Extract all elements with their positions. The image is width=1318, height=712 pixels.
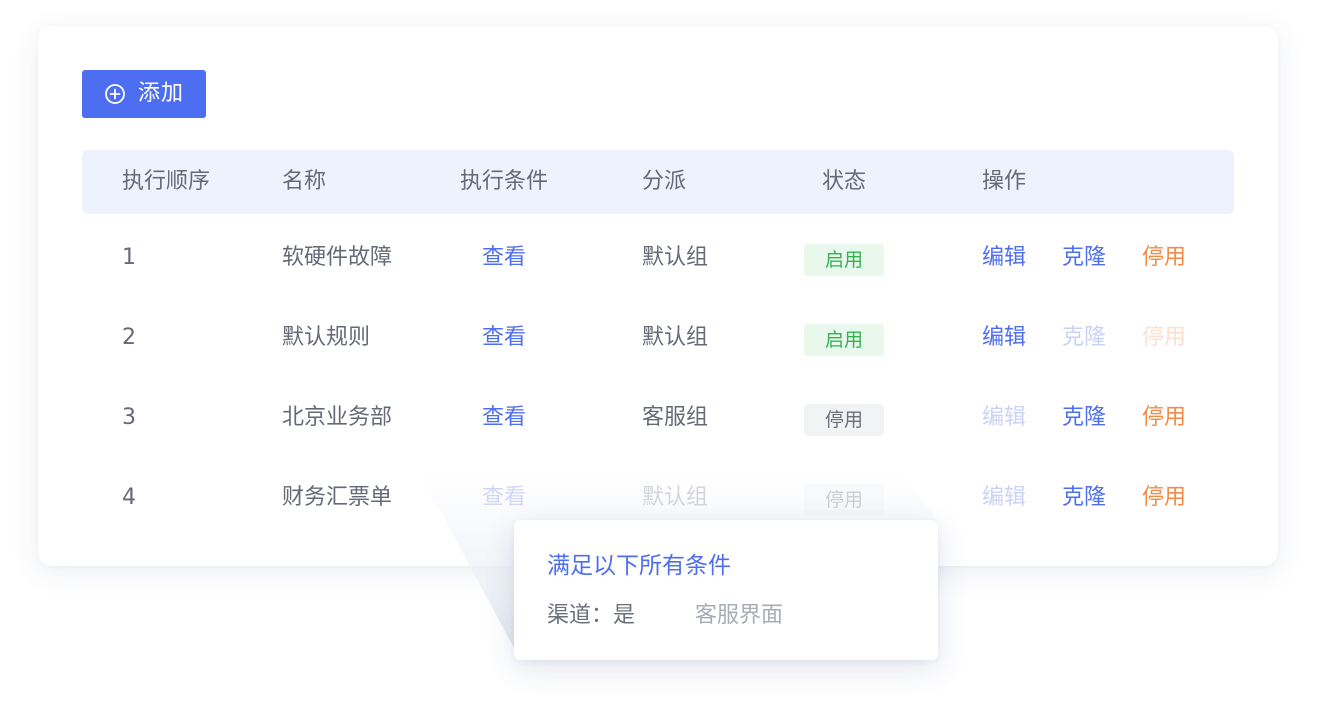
edit-link: 编辑 xyxy=(982,405,1027,430)
row-assign: 默认组 xyxy=(642,245,709,270)
rules-screen: 添加 执行顺序 名称 执行条件 分派 状态 操作 1 软硬件故障 查看 默认组 … xyxy=(0,0,1318,712)
table-row: 3 北京业务部 查看 客服组 停用 编辑 克隆 停用 xyxy=(82,382,1234,462)
row-assign: 默认组 xyxy=(642,485,709,510)
condition-value: 客服界面 xyxy=(695,603,784,628)
table-header: 执行顺序 名称 执行条件 分派 状态 操作 xyxy=(82,150,1234,214)
clone-link[interactable]: 克隆 xyxy=(1062,403,1106,433)
rules-card: 添加 执行顺序 名称 执行条件 分派 状态 操作 1 软硬件故障 查看 默认组 … xyxy=(38,26,1278,566)
condition-key: 渠道：是 xyxy=(547,603,636,628)
add-button[interactable]: 添加 xyxy=(82,70,206,118)
status-badge: 停用 xyxy=(804,484,884,516)
row-order: 4 xyxy=(122,485,136,510)
col-name-header: 名称 xyxy=(282,169,327,194)
view-conditions-link[interactable]: 查看 xyxy=(482,323,526,353)
disable-link[interactable]: 停用 xyxy=(1142,483,1186,513)
popover-title: 满足以下所有条件 xyxy=(547,553,731,579)
conditions-popover: 满足以下所有条件 渠道：是 客服界面 xyxy=(514,520,938,660)
status-badge: 启用 xyxy=(804,244,884,276)
status-badge: 停用 xyxy=(804,404,884,436)
row-assign: 默认组 xyxy=(642,325,709,350)
clone-link: 克隆 xyxy=(1062,325,1107,350)
disable-link: 停用 xyxy=(1142,325,1187,350)
table-row: 1 软硬件故障 查看 默认组 启用 编辑 克隆 停用 xyxy=(82,222,1234,302)
disable-link[interactable]: 停用 xyxy=(1142,403,1186,433)
table-row: 2 默认规则 查看 默认组 启用 编辑 克隆 停用 xyxy=(82,302,1234,382)
col-assign-header: 分派 xyxy=(642,169,687,194)
row-name: 北京业务部 xyxy=(282,405,393,430)
edit-link[interactable]: 编辑 xyxy=(982,243,1026,273)
row-order: 3 xyxy=(122,405,136,430)
clone-link[interactable]: 克隆 xyxy=(1062,483,1106,513)
view-conditions-link[interactable]: 查看 xyxy=(482,243,526,273)
view-conditions-link[interactable]: 查看 xyxy=(482,403,526,433)
col-actions-header: 操作 xyxy=(982,169,1027,194)
edit-link: 编辑 xyxy=(982,485,1027,510)
plus-circle-icon xyxy=(105,84,125,104)
row-assign: 客服组 xyxy=(642,405,709,430)
row-name: 默认规则 xyxy=(282,325,371,350)
row-name: 软硬件故障 xyxy=(282,245,393,270)
col-order-header: 执行顺序 xyxy=(122,169,211,194)
status-badge: 启用 xyxy=(804,324,884,356)
add-button-label: 添加 xyxy=(138,81,185,106)
col-status-header: 状态 xyxy=(822,169,867,194)
col-condition-header: 执行条件 xyxy=(460,169,549,194)
view-conditions-link[interactable]: 查看 xyxy=(482,483,526,513)
row-name: 财务汇票单 xyxy=(282,485,393,510)
edit-link[interactable]: 编辑 xyxy=(982,323,1026,353)
row-order: 2 xyxy=(122,325,136,350)
clone-link[interactable]: 克隆 xyxy=(1062,243,1106,273)
disable-link[interactable]: 停用 xyxy=(1142,243,1186,273)
row-order: 1 xyxy=(122,245,136,270)
